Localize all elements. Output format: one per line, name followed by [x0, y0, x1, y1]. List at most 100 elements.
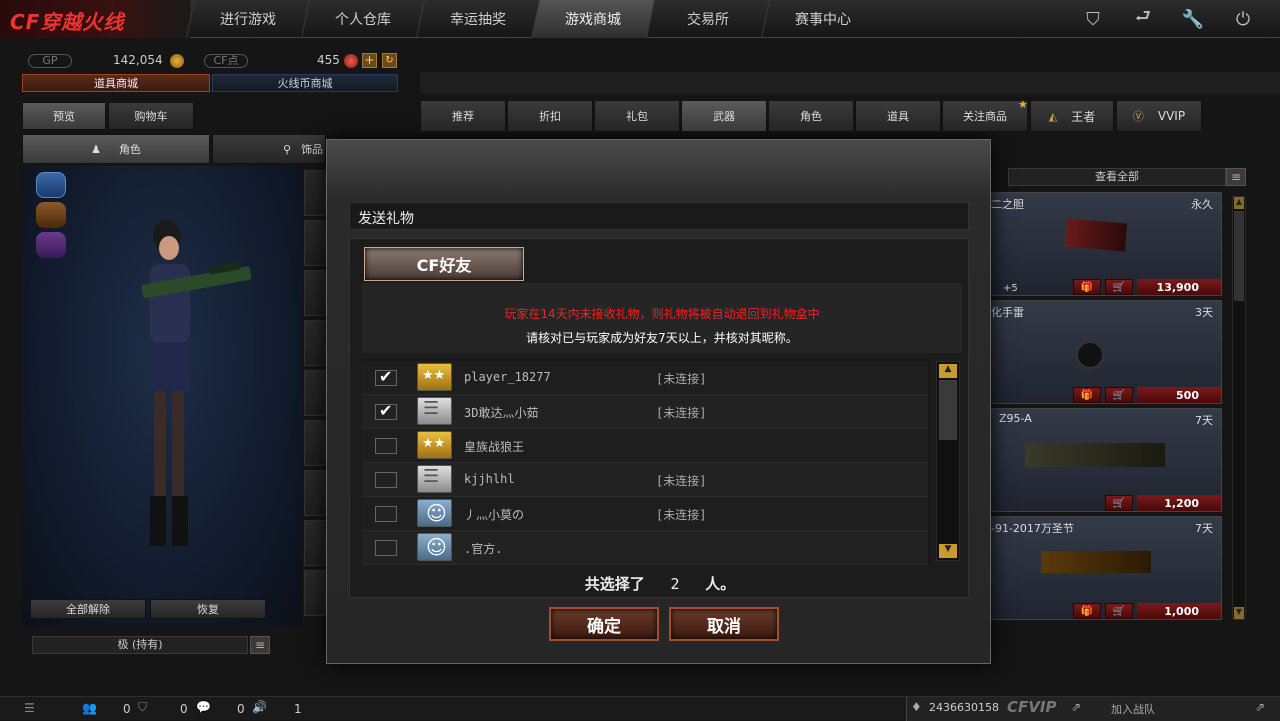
weapon-mode-icon[interactable]	[36, 202, 66, 228]
equip-slot[interactable]	[304, 270, 326, 316]
shop-scrollbar[interactable]: ▲ ▼	[1232, 196, 1246, 620]
speaker-icon[interactable]: 🔊	[252, 700, 267, 714]
tab-firecoin-mall[interactable]: 火线币商城	[212, 74, 398, 92]
equip-slot[interactable]	[304, 170, 326, 216]
item-price[interactable]: 1,000	[1137, 603, 1221, 619]
nav-item-label: 赛事中心	[795, 12, 851, 28]
category-tab-1[interactable]: 折扣	[507, 100, 593, 132]
owned-filter-select[interactable]: 极 (持有)	[32, 636, 248, 654]
item-price[interactable]: 500	[1137, 387, 1221, 403]
equip-slot[interactable]	[304, 470, 326, 516]
nav-item-1[interactable]: 个人仓库	[300, 0, 425, 38]
equip-slot[interactable]	[304, 320, 326, 366]
chat-icon[interactable]: 💬	[196, 700, 211, 714]
friend-list-scrollbar[interactable]: ▲ ▼	[936, 361, 960, 561]
nav-item-0[interactable]: 进行游戏	[185, 0, 310, 38]
equip-slot[interactable]	[304, 420, 326, 466]
accessory-icon: ⚲	[283, 142, 292, 156]
friends-icon[interactable]: 👥	[82, 701, 97, 715]
item-card[interactable]: 二之胆 永久 +5 🎁 🛒 13,900	[980, 192, 1222, 296]
scroll-thumb[interactable]	[939, 380, 957, 440]
king-icon: ◭	[1048, 109, 1058, 123]
view-all-select[interactable]: 查看全部	[1008, 168, 1226, 186]
category-tab-3[interactable]: 武器	[681, 100, 767, 132]
settings-icon[interactable]: 🔧	[1178, 6, 1208, 32]
equip-slot[interactable]	[304, 370, 326, 416]
friend-checkbox[interactable]: ✔	[375, 401, 397, 420]
friend-row[interactable]: ☺ .官方.	[362, 531, 928, 565]
friend-row[interactable]: ☺ 丿灬小莫の [未连接]	[362, 497, 928, 531]
category-tab-0[interactable]: 推荐	[420, 100, 506, 132]
weapon-image	[1025, 443, 1165, 467]
category-tab-2[interactable]: 礼包	[594, 100, 680, 132]
menu-icon[interactable]: ≡	[250, 636, 270, 654]
scroll-thumb[interactable]	[1234, 211, 1244, 301]
friend-row[interactable]: ☰ kjjhlhl [未连接]	[362, 463, 928, 497]
gp-coin-icon	[170, 54, 184, 68]
friend-checkbox[interactable]	[375, 472, 397, 488]
back-icon[interactable]: ⮐	[1128, 6, 1158, 32]
friend-list[interactable]: ✔ ★★ player_18277 [未连接] ✔ ☰ 3D敢达灬小茹 [未连接] ★★ 皇族战狼…	[362, 359, 930, 565]
cart-icon[interactable]: 🛒	[1105, 603, 1133, 619]
tab-character[interactable]: ♟ 角色	[22, 134, 210, 164]
item-duration: 7天	[1195, 414, 1213, 427]
tab-cart[interactable]: 购物车	[108, 102, 194, 130]
shield-icon[interactable]: ⛉	[1078, 6, 1108, 32]
friend-checkbox[interactable]	[375, 540, 397, 556]
nav-item-4[interactable]: 交易所	[645, 0, 770, 38]
clan-icon[interactable]: ⛉	[138, 700, 147, 715]
friend-row[interactable]: ✔ ★★ player_18277 [未连接]	[362, 361, 928, 395]
nav-item-2[interactable]: 幸运抽奖	[415, 0, 540, 38]
category-tab-6[interactable]: 关注商品	[942, 100, 1028, 132]
category-tab-8[interactable]: Ⓥ VVIP	[1116, 100, 1202, 132]
item-card[interactable]: 化手雷 3天 🎁 🛒 500	[980, 300, 1222, 404]
expand-icon[interactable]: ⇗	[1255, 700, 1265, 714]
gift-icon[interactable]: 🎁	[1073, 603, 1101, 619]
cart-icon[interactable]: 🛒	[1105, 387, 1133, 403]
equip-slot[interactable]	[304, 570, 326, 616]
tab-preview[interactable]: 预览	[22, 102, 106, 130]
confirm-button[interactable]: 确定	[549, 607, 659, 641]
restore-button[interactable]: 恢复	[150, 599, 266, 619]
item-card[interactable]: Z95-A 7天 🛒 1,200	[980, 408, 1222, 512]
equip-slot[interactable]	[304, 520, 326, 566]
gift-icon[interactable]: 🎁	[1073, 279, 1101, 295]
friend-checkbox[interactable]	[375, 506, 397, 522]
cart-icon[interactable]: 🛒	[1105, 279, 1133, 295]
scroll-down-icon[interactable]: ▼	[1234, 607, 1244, 619]
scroll-up-icon[interactable]: ▲	[1234, 197, 1244, 209]
friend-checkbox[interactable]: ✔	[375, 367, 397, 386]
list-icon[interactable]: ☰	[24, 701, 35, 715]
power-icon[interactable]: ⏻	[1228, 6, 1258, 32]
tab-accessory[interactable]: ⚲ 饰品	[212, 134, 326, 164]
join-clan-link[interactable]: 加入战队	[1111, 701, 1155, 717]
tab-cf-friends[interactable]: CF好友	[364, 247, 524, 281]
unequip-all-button[interactable]: 全部解除	[30, 599, 146, 619]
external-link-icon[interactable]: ⇗	[1071, 700, 1081, 714]
gift-icon[interactable]: 🎁	[1073, 387, 1101, 403]
scroll-up-icon[interactable]: ▲	[939, 364, 957, 378]
refresh-icon[interactable]: ↻	[382, 53, 397, 68]
character-preview[interactable]	[22, 166, 302, 626]
list-menu-icon[interactable]: ≡	[1226, 168, 1246, 186]
category-tab-5[interactable]: 道具	[855, 100, 941, 132]
friend-row[interactable]: ★★ 皇族战狼王	[362, 429, 928, 463]
nav-item-5[interactable]: 赛事中心	[760, 0, 885, 38]
category-tab-7[interactable]: ◭ 王者	[1030, 100, 1114, 132]
friend-row[interactable]: ✔ ☰ 3D敢达灬小茹 [未连接]	[362, 395, 928, 429]
item-card[interactable]: -91-2017万圣节 7天 🎁 🛒 1,000	[980, 516, 1222, 620]
equip-slot[interactable]	[304, 220, 326, 266]
cancel-button[interactable]: 取消	[669, 607, 779, 641]
item-price[interactable]: 1,200	[1137, 495, 1221, 511]
nav-item-3[interactable]: 游戏商城	[530, 0, 655, 38]
friend-checkbox[interactable]	[375, 438, 397, 454]
category-tab-4[interactable]: 角色	[768, 100, 854, 132]
item-price[interactable]: 13,900	[1137, 279, 1221, 295]
rank-icon: ☰	[417, 397, 452, 425]
tab-item-mall[interactable]: 道具商城	[22, 74, 210, 92]
recharge-plus-icon[interactable]: +	[362, 53, 377, 68]
cart-icon[interactable]: 🛒	[1105, 495, 1133, 511]
scroll-down-icon[interactable]: ▼	[939, 544, 957, 558]
effect-mode-icon[interactable]	[36, 232, 66, 258]
character-mode-icon[interactable]	[36, 172, 66, 198]
